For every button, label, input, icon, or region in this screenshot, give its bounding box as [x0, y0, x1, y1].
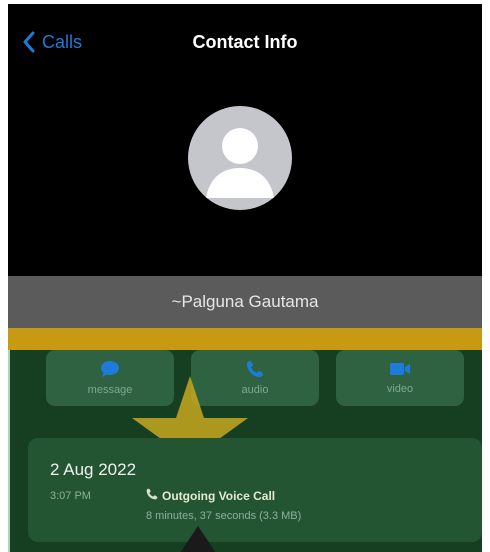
contact-info-screen: Calls Contact Info ~Palguna Gautama mess…: [8, 4, 482, 552]
video-camera-icon: [389, 361, 411, 377]
video-label: video: [386, 383, 414, 395]
message-label: message: [87, 384, 133, 396]
cursor-pointer-shape: [178, 526, 218, 552]
nav-bar: Calls Contact Info: [8, 4, 482, 80]
call-type-label: Outgoing Voice Call: [162, 488, 276, 503]
call-log-card: 2 Aug 2022 3:07 PM Outgoing Voice Call 8…: [28, 438, 482, 542]
person-silhouette-icon: [206, 128, 274, 198]
call-time: 3:07 PM: [50, 490, 91, 502]
flag-left-bar: [8, 350, 10, 552]
call-date: 2 Aug 2022: [50, 460, 137, 479]
outgoing-call-icon: [146, 488, 158, 503]
contact-name: ~Palguna Gautama: [171, 292, 319, 311]
flag-yellow-stripe: [8, 328, 482, 350]
video-button[interactable]: video: [336, 350, 464, 406]
call-detail: 8 minutes, 37 seconds (3.3 MB): [146, 510, 302, 522]
call-type: Outgoing Voice Call: [146, 488, 275, 503]
page-title: Contact Info: [192, 32, 298, 52]
avatar[interactable]: [188, 106, 292, 210]
action-buttons: message audio video: [46, 350, 464, 406]
chat-bubble-icon: [100, 360, 120, 378]
contact-name-band: ~Palguna Gautama: [8, 276, 482, 328]
